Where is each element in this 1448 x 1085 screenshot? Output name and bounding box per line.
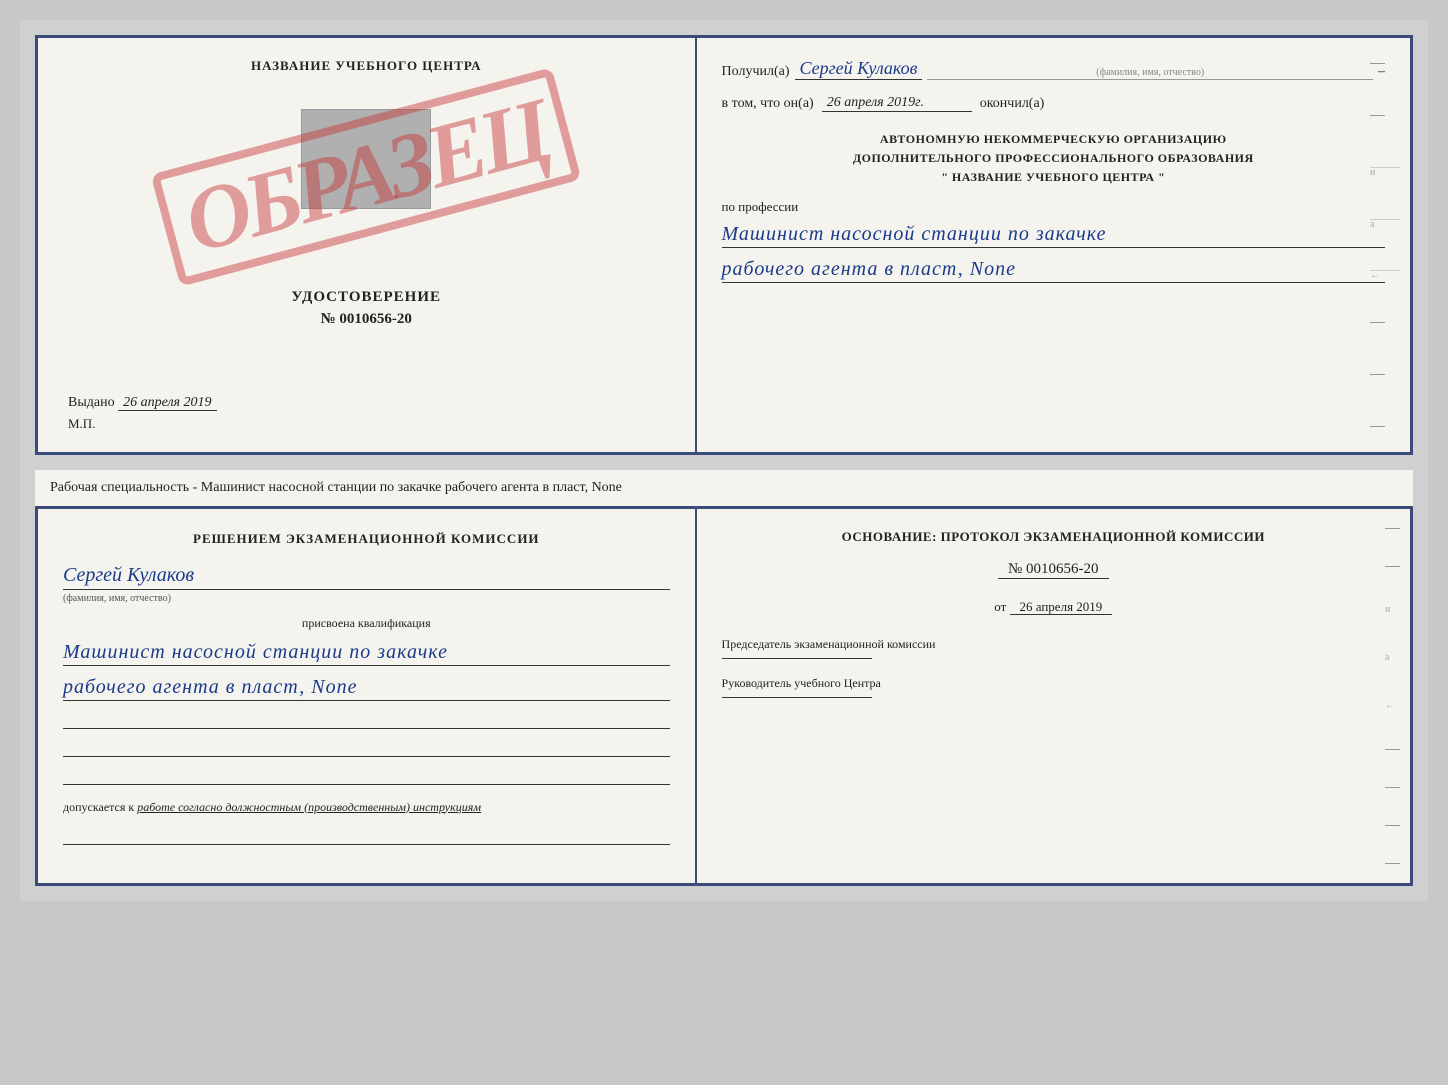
issued-date: Выдано 26 апреля 2019 — [58, 395, 675, 411]
protocol-date-prefix: от — [994, 599, 1006, 614]
protocol-number: № 0010656-20 — [998, 561, 1109, 579]
qualification-line2: рабочего агента в пласт, None — [63, 674, 670, 701]
bottom-left-panel: Решением экзаменационной комиссии Сергей… — [38, 509, 697, 883]
bottom-document: Решением экзаменационной комиссии Сергей… — [35, 506, 1413, 886]
date-prefix: в том, что он(а) — [722, 96, 814, 112]
profession-line1: Машинист насосной станции по закачке — [722, 221, 1385, 248]
received-line: Получил(а) Сергей Кулаков (фамилия, имя,… — [722, 58, 1385, 80]
bottom-right-panel: Основание: протокол экзаменационной коми… — [697, 509, 1410, 883]
chairman-label: Председатель экзаменационной комиссии — [722, 635, 1385, 653]
bottom-right-edge: и а ← — [1385, 509, 1400, 883]
page-wrapper: НАЗВАНИЕ УЧЕБНОГО ЦЕНТРА ОБРАЗЕЦ УДОСТОВ… — [20, 20, 1428, 901]
stamp-area: ОБРАЗЕЦ УДОСТОВЕРЕНИЕ № 0010656-20 — [58, 89, 675, 328]
qualification-label: присвоена квалификация — [63, 616, 670, 631]
protocol-date-value: 26 апреля 2019 — [1010, 599, 1113, 615]
underline-row-3 — [63, 765, 670, 785]
date-line: в том, что он(а) 26 апреля 2019г. окончи… — [722, 95, 1385, 112]
top-training-center-title: НАЗВАНИЕ УЧЕБНОГО ЦЕНТРА — [251, 58, 482, 74]
protocol-date: от 26 апреля 2019 — [722, 599, 1385, 615]
recipient-sublabel: (фамилия, имя, отчество) — [1096, 67, 1204, 78]
description-text: Рабочая специальность - Машинист насосно… — [35, 470, 1413, 506]
allowed-value: работе согласно должностным (производств… — [137, 800, 481, 814]
basis-title: Основание: протокол экзаменационной коми… — [722, 529, 1385, 545]
decision-title: Решением экзаменационной комиссии — [63, 529, 670, 549]
head-block: Руководитель учебного Центра — [722, 674, 1385, 698]
org-line2: ДОПОЛНИТЕЛЬНОГО ПРОФЕССИОНАЛЬНОГО ОБРАЗО… — [722, 149, 1385, 168]
certificate-number: № 0010656-20 — [321, 311, 412, 328]
received-label: Получил(а) — [722, 64, 790, 80]
underline-row-4 — [63, 825, 670, 845]
right-edge-dashes: и а ← — [1370, 38, 1400, 452]
protocol-number-block: № 0010656-20 — [722, 560, 1385, 584]
date-value: 26 апреля 2019г. — [822, 95, 972, 112]
issued-label: Выдано — [68, 395, 115, 410]
profession-label: по профессии — [722, 199, 799, 214]
qualification-line1: Машинист насосной станции по закачке — [63, 639, 670, 666]
underline-row-2 — [63, 737, 670, 757]
recipient-name: Сергей Кулаков — [795, 58, 923, 80]
org-line1: АВТОНОМНУЮ НЕКОММЕРЧЕСКУЮ ОРГАНИЗАЦИЮ — [722, 130, 1385, 149]
mp-label: М.П. — [58, 416, 675, 432]
profession-line2: рабочего агента в пласт, None — [722, 256, 1385, 283]
person-sublabel: (фамилия, имя, отчество) — [63, 593, 670, 604]
chairman-block: Председатель экзаменационной комиссии — [722, 635, 1385, 659]
head-label: Руководитель учебного Центра — [722, 674, 1385, 692]
certificate-label: УДОСТОВЕРЕНИЕ — [292, 289, 442, 306]
org-description: АВТОНОМНУЮ НЕКОММЕРЧЕСКУЮ ОРГАНИЗАЦИЮ ДО… — [722, 130, 1385, 188]
org-line3: " НАЗВАНИЕ УЧЕБНОГО ЦЕНТРА " — [722, 168, 1385, 187]
description-content: Рабочая специальность - Машинист насосно… — [50, 480, 622, 495]
date-suffix: окончил(а) — [980, 96, 1045, 112]
chairman-signature-line — [722, 658, 872, 659]
top-left-panel: НАЗВАНИЕ УЧЕБНОГО ЦЕНТРА ОБРАЗЕЦ УДОСТОВ… — [38, 38, 697, 452]
photo-placeholder — [301, 109, 431, 209]
person-name: Сергей Кулаков — [63, 564, 670, 590]
allowed-text: допускается к работе согласно должностны… — [63, 800, 670, 815]
underline-row-1 — [63, 709, 670, 729]
issued-date-value: 26 апреля 2019 — [118, 395, 216, 411]
top-right-panel: Получил(а) Сергей Кулаков (фамилия, имя,… — [697, 38, 1410, 452]
allowed-prefix: допускается к — [63, 800, 134, 814]
top-document: НАЗВАНИЕ УЧЕБНОГО ЦЕНТРА ОБРАЗЕЦ УДОСТОВ… — [35, 35, 1413, 455]
head-signature-line — [722, 697, 872, 698]
